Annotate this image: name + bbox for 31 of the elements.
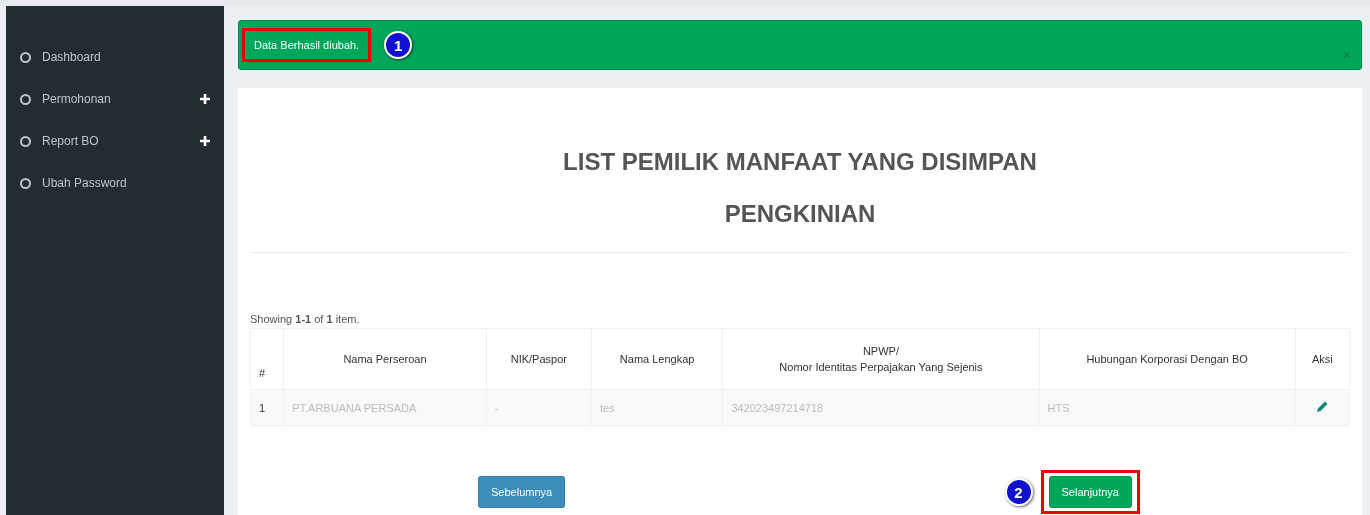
page-title: LIST PEMILIK MANFAAT YANG DISIMPAN [562,147,1038,177]
circle-icon [20,177,31,189]
plus-icon[interactable] [200,136,210,146]
step-badge: 2 [1004,478,1033,506]
sidebar-item[interactable]: Report BO [42,134,200,148]
table-cell: 1 [250,389,284,426]
column-header: # [250,328,284,390]
table-cell: - [486,389,592,426]
column-header: Hubungan Korporasi Dengan BO [1039,328,1296,390]
circle-icon [20,135,31,147]
circle-icon [20,93,31,105]
alert-message: Data Berhasil diubah. [245,31,369,59]
table-cell: PT.ARBUANA PERSADA [283,389,487,426]
table-cell: HTS [1039,389,1296,426]
sidebar-item[interactable]: Dashboard [42,50,210,64]
plus-icon[interactable] [200,94,210,104]
page-title: PENGKINIAN [723,199,877,229]
circle-icon [20,51,31,63]
column-header: Aksi [1295,328,1350,390]
nav-button[interactable]: Sebelumnya [478,476,566,508]
column-header: Nama Lengkap [591,328,723,390]
step-badge: 1 [384,31,413,59]
sidebar-item[interactable]: Ubah Password [42,176,210,190]
column-header: NIK/Paspor [486,328,592,390]
pencil-icon[interactable] [1315,400,1329,413]
table-cell: 342023497214718 [722,389,1040,426]
table-cell: tes [591,389,723,426]
sidebar-item[interactable]: Permohonan [42,92,200,106]
column-header: Nama Perseroan [283,328,487,390]
column-header: NPWP/ Nomor Identitas Perpajakan Yang Sejenis [722,328,1040,390]
summary-text: Showing 1-1 of 1 item. [250,313,361,325]
